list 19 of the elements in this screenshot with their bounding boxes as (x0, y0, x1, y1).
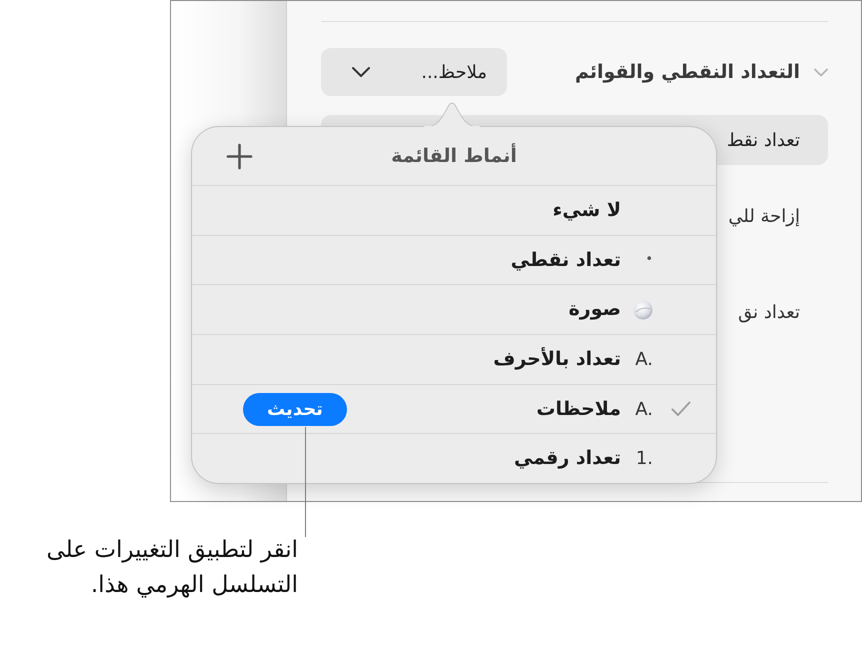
chevron-down-icon (351, 66, 371, 78)
popover-title: أنماط القائمة (391, 142, 517, 169)
list-style-item[interactable]: • تعداد نقطي (192, 234, 716, 284)
sphere-bullet-icon (633, 300, 653, 320)
section-title: التعداد النقطي والقوائم (575, 60, 800, 85)
setting-label: إزاحة للي (728, 204, 800, 228)
list-style-item[interactable]: لا شيء (192, 185, 716, 235)
callout-caption: انقر لتطبيق التغييرات على التسلسل الهرمي هذا. (46, 536, 298, 600)
add-style-button[interactable] (224, 141, 254, 171)
plus-icon (226, 142, 252, 170)
list-marker: A. (635, 348, 653, 372)
list-marker: A. (635, 398, 653, 422)
list-style-item[interactable]: صورة (192, 284, 716, 334)
list-style-popup[interactable]: ملاحظ... (321, 48, 507, 96)
list-marker: • (645, 251, 653, 270)
list-marker: 1. (636, 447, 653, 472)
update-button[interactable]: تحديث (243, 392, 347, 426)
popup-value: ملاحظ... (421, 60, 487, 84)
setting-label: تعداد نق (738, 300, 800, 324)
